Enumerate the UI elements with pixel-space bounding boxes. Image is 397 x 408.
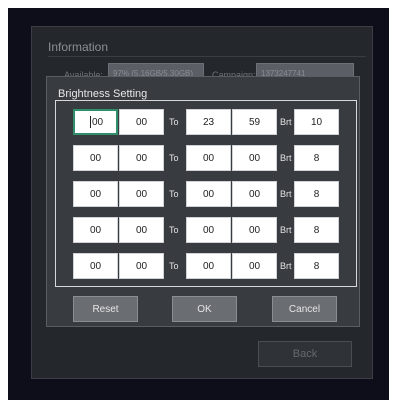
end-hour-field[interactable]: 23 (186, 109, 231, 135)
start-minute-field[interactable]: 00 (119, 145, 164, 171)
start-hour-field[interactable]: 00 (73, 145, 118, 171)
start-minute-field[interactable]: 00 (119, 181, 164, 207)
start-hour-field[interactable]: 00 (73, 253, 118, 279)
start-hour-field[interactable]: 00 (73, 217, 118, 243)
text-caret (90, 116, 91, 128)
brt-label: Brt (280, 261, 292, 271)
start-hour-text: 00 (92, 116, 104, 128)
start-hour-field[interactable]: 00 (73, 181, 118, 207)
start-minute-field[interactable]: 00 (119, 253, 164, 279)
start-minute-field[interactable]: 00 (119, 109, 164, 135)
end-hour-field[interactable]: 00 (186, 145, 231, 171)
end-minute-field[interactable]: 00 (232, 217, 277, 243)
dialog-title: Brightness Setting (58, 88, 148, 100)
brt-label: Brt (280, 189, 292, 199)
ok-button[interactable]: OK (172, 296, 237, 322)
to-label: To (169, 225, 179, 235)
information-divider (48, 56, 366, 57)
brt-label: Brt (280, 225, 292, 235)
start-hour-field[interactable]: 00 (73, 109, 118, 135)
end-hour-field[interactable]: 00 (186, 217, 231, 243)
to-label: To (169, 153, 179, 163)
brightness-value-field[interactable]: 10 (294, 109, 339, 135)
end-hour-field[interactable]: 00 (186, 253, 231, 279)
information-title: Information (48, 40, 109, 54)
to-label: To (169, 261, 179, 271)
reset-button[interactable]: Reset (73, 296, 138, 322)
to-label: To (169, 189, 179, 199)
end-minute-field[interactable]: 00 (232, 145, 277, 171)
start-minute-field[interactable]: 00 (119, 217, 164, 243)
brt-label: Brt (280, 117, 292, 127)
end-minute-field[interactable]: 00 (232, 253, 277, 279)
to-label: To (169, 117, 179, 127)
end-hour-field[interactable]: 00 (186, 181, 231, 207)
back-button[interactable]: Back (258, 341, 352, 367)
brightness-value-field[interactable]: 8 (294, 145, 339, 171)
brt-label: Brt (280, 153, 292, 163)
brightness-value-field[interactable]: 8 (294, 253, 339, 279)
end-minute-field[interactable]: 00 (232, 181, 277, 207)
brightness-value-field[interactable]: 8 (294, 217, 339, 243)
end-minute-field[interactable]: 59 (232, 109, 277, 135)
brightness-value-field[interactable]: 8 (294, 181, 339, 207)
cancel-button[interactable]: Cancel (272, 296, 337, 322)
